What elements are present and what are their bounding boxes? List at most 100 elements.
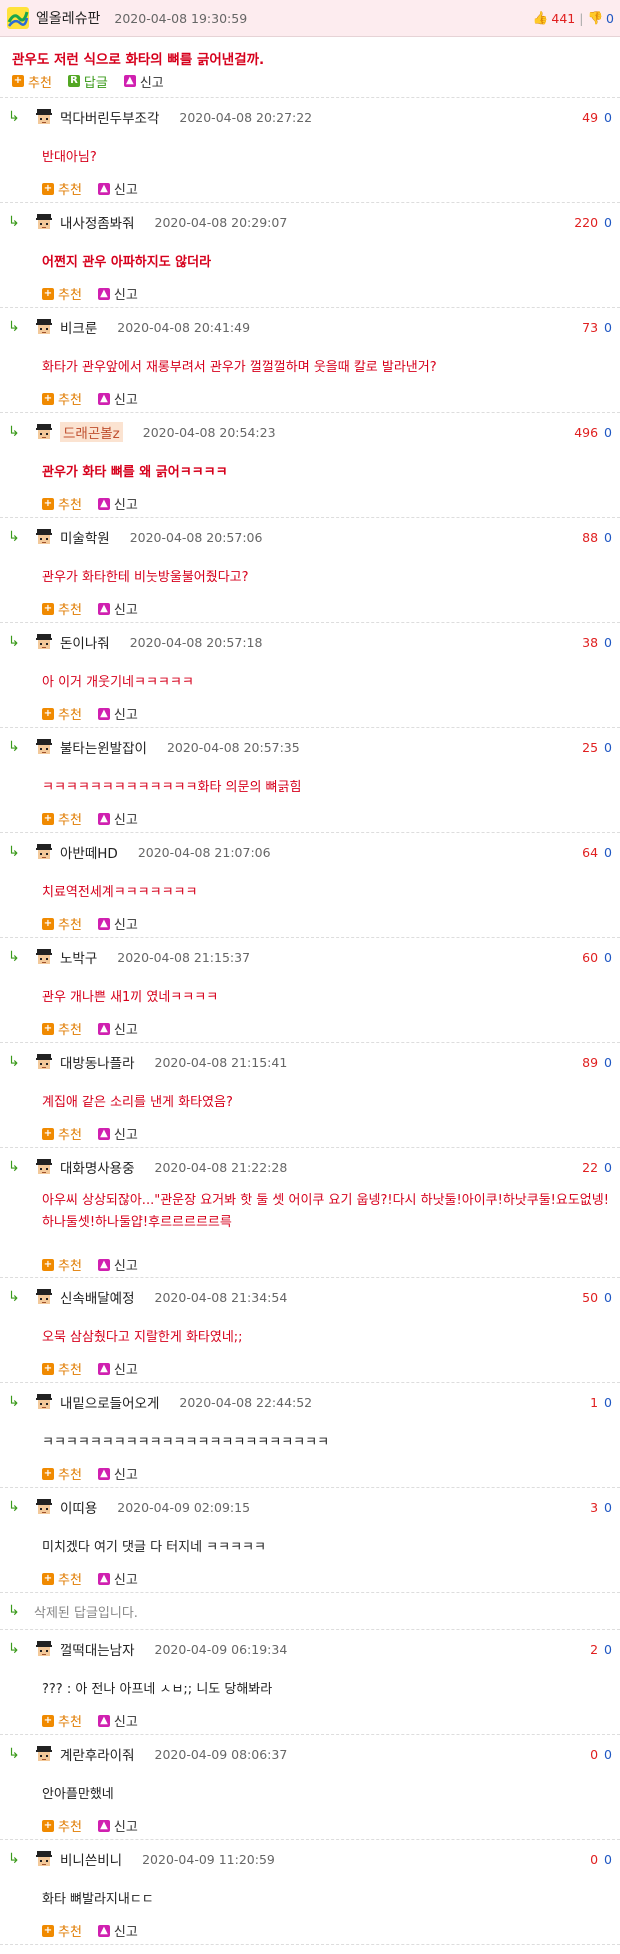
reply-upvotes[interactable]: 25 bbox=[582, 740, 598, 755]
reply-upvotes[interactable]: 89 bbox=[582, 1055, 598, 1070]
recommend-button[interactable]: + 추천 bbox=[42, 599, 82, 618]
reply-arrow-icon: ↳ bbox=[8, 1603, 20, 1619]
reply-upvotes[interactable]: 88 bbox=[582, 530, 598, 545]
report-button[interactable]: ▲ 신고 bbox=[97, 1124, 138, 1143]
recommend-button[interactable]: + 추천 bbox=[42, 1019, 82, 1038]
recommend-button[interactable]: + 추천 bbox=[42, 809, 82, 828]
recommend-label: 추천 bbox=[58, 1925, 82, 1940]
reply-downvotes[interactable]: 0 bbox=[604, 110, 612, 125]
reply-arrow-icon: ↳ bbox=[8, 1641, 20, 1657]
report-button[interactable]: ▲ 신고 bbox=[123, 72, 164, 91]
recommend-button[interactable]: + 추천 bbox=[42, 389, 82, 408]
reply-author[interactable]: 먹다버린두부조각 bbox=[60, 107, 159, 127]
reply-downvotes[interactable]: 0 bbox=[604, 530, 612, 545]
reply-upvotes[interactable]: 0 bbox=[590, 1852, 598, 1867]
report-button[interactable]: ▲ 신고 bbox=[97, 704, 138, 723]
report-button[interactable]: ▲ 신고 bbox=[97, 1255, 138, 1274]
thumbs-down-icon[interactable]: 👎 bbox=[587, 10, 603, 26]
recommend-button[interactable]: + 추천 bbox=[42, 179, 82, 198]
reply-downvotes[interactable]: 0 bbox=[604, 425, 612, 440]
reply-upvotes[interactable]: 496 bbox=[574, 425, 598, 440]
report-button[interactable]: ▲ 신고 bbox=[97, 1816, 138, 1835]
reply-upvotes[interactable]: 3 bbox=[590, 1500, 598, 1515]
reply-author[interactable]: 불타는윈발잡이 bbox=[60, 737, 147, 757]
reply-author[interactable]: 아반떼HD bbox=[60, 842, 118, 862]
report-button[interactable]: ▲ 신고 bbox=[97, 914, 138, 933]
reply-actions: + 추천 ▲ 신고 bbox=[0, 279, 620, 308]
report-button[interactable]: ▲ 신고 bbox=[97, 1569, 138, 1588]
reply-upvotes[interactable]: 64 bbox=[582, 845, 598, 860]
report-button[interactable]: ▲ 신고 bbox=[97, 1464, 138, 1483]
reply-button[interactable]: R 답글 bbox=[67, 72, 108, 91]
reply-upvotes[interactable]: 220 bbox=[574, 215, 598, 230]
reply-body: 반대아님? bbox=[42, 149, 97, 165]
recommend-button[interactable]: + 추천 bbox=[42, 1711, 82, 1730]
reply-downvotes[interactable]: 0 bbox=[604, 950, 612, 965]
recommend-button[interactable]: + 추천 bbox=[42, 1921, 82, 1940]
reply-upvotes[interactable]: 2 bbox=[590, 1642, 598, 1657]
reply-downvotes[interactable]: 0 bbox=[604, 740, 612, 755]
reply-upvotes[interactable]: 50 bbox=[582, 1290, 598, 1305]
post-author[interactable]: 엘올레슈판 bbox=[36, 8, 100, 28]
recommend-button[interactable]: + 추천 bbox=[42, 1359, 82, 1378]
recommend-button[interactable]: + 추천 bbox=[42, 1124, 82, 1143]
reply-author[interactable]: 노박구 bbox=[60, 947, 97, 967]
reply-downvotes[interactable]: 0 bbox=[604, 1500, 612, 1515]
reply-downvotes[interactable]: 0 bbox=[604, 1395, 612, 1410]
report-button[interactable]: ▲ 신고 bbox=[97, 389, 138, 408]
reply-downvotes[interactable]: 0 bbox=[604, 1642, 612, 1657]
reply-upvotes[interactable]: 0 bbox=[590, 1747, 598, 1762]
report-button[interactable]: ▲ 신고 bbox=[97, 284, 138, 303]
recommend-button[interactable]: + 추천 bbox=[42, 1464, 82, 1483]
reply-downvotes[interactable]: 0 bbox=[604, 1055, 612, 1070]
reply-downvotes[interactable]: 0 bbox=[604, 845, 612, 860]
reply-downvotes[interactable]: 0 bbox=[604, 1290, 612, 1305]
reply-downvotes[interactable]: 0 bbox=[604, 1747, 612, 1762]
recommend-button[interactable]: + 추천 bbox=[42, 494, 82, 513]
reply-author[interactable]: 이띠용 bbox=[60, 1497, 97, 1517]
recommend-button[interactable]: + 추천 bbox=[42, 1816, 82, 1835]
report-button[interactable]: ▲ 신고 bbox=[97, 599, 138, 618]
reply-upvotes[interactable]: 38 bbox=[582, 635, 598, 650]
recommend-button[interactable]: + 추천 bbox=[42, 704, 82, 723]
reply-author[interactable]: 내밑으로들어오게 bbox=[60, 1392, 159, 1412]
report-button[interactable]: ▲ 신고 bbox=[97, 179, 138, 198]
reply-author[interactable]: 비크룬 bbox=[60, 317, 97, 337]
reply-upvotes[interactable]: 1 bbox=[590, 1395, 598, 1410]
recommend-button[interactable]: + 추천 bbox=[12, 72, 52, 91]
report-button[interactable]: ▲ 신고 bbox=[97, 1711, 138, 1730]
reply-upvotes[interactable]: 49 bbox=[582, 110, 598, 125]
recommend-button[interactable]: + 추천 bbox=[42, 284, 82, 303]
report-button[interactable]: ▲ 신고 bbox=[97, 494, 138, 513]
thumbs-up-icon[interactable]: 👍 bbox=[533, 10, 549, 26]
reply-author[interactable]: 대방동나플라 bbox=[60, 1052, 135, 1072]
report-button[interactable]: ▲ 신고 bbox=[97, 1921, 138, 1940]
reply-upvotes[interactable]: 60 bbox=[582, 950, 598, 965]
plus-icon: + bbox=[42, 707, 54, 720]
recommend-button[interactable]: + 추천 bbox=[42, 1255, 82, 1274]
reply-author[interactable]: 대화명사용중 bbox=[60, 1157, 135, 1177]
reply-author[interactable]: 계란후라이줘 bbox=[60, 1744, 135, 1764]
reply-upvotes[interactable]: 73 bbox=[582, 320, 598, 335]
reply-downvotes[interactable]: 0 bbox=[604, 635, 612, 650]
post-upvotes: 441 bbox=[551, 10, 576, 26]
report-button[interactable]: ▲ 신고 bbox=[97, 1019, 138, 1038]
reply-author[interactable]: 비니쓴비니 bbox=[60, 1849, 122, 1869]
reply-author[interactable]: 미술학원 bbox=[60, 527, 110, 547]
reply-downvotes[interactable]: 0 bbox=[604, 1852, 612, 1867]
report-button[interactable]: ▲ 신고 bbox=[97, 1359, 138, 1378]
reply-author[interactable]: 껄떡대는남자 bbox=[60, 1639, 135, 1659]
reply-author[interactable]: 내사정좀봐줘 bbox=[60, 212, 135, 232]
reply-author[interactable]: 신속배달예정 bbox=[60, 1287, 135, 1307]
reply-downvotes[interactable]: 0 bbox=[604, 320, 612, 335]
recommend-button[interactable]: + 추천 bbox=[42, 1569, 82, 1588]
recommend-button[interactable]: + 추천 bbox=[42, 914, 82, 933]
report-icon: ▲ bbox=[97, 1362, 110, 1375]
reply-downvotes[interactable]: 0 bbox=[604, 215, 612, 230]
reply-author[interactable]: 드래곤볼z bbox=[60, 422, 123, 442]
reply-actions: + 추천 ▲ 신고 bbox=[0, 174, 620, 203]
reply-upvotes[interactable]: 22 bbox=[582, 1160, 598, 1175]
reply-author[interactable]: 돈이나줘 bbox=[60, 632, 110, 652]
report-button[interactable]: ▲ 신고 bbox=[97, 809, 138, 828]
reply-downvotes[interactable]: 0 bbox=[604, 1160, 612, 1175]
